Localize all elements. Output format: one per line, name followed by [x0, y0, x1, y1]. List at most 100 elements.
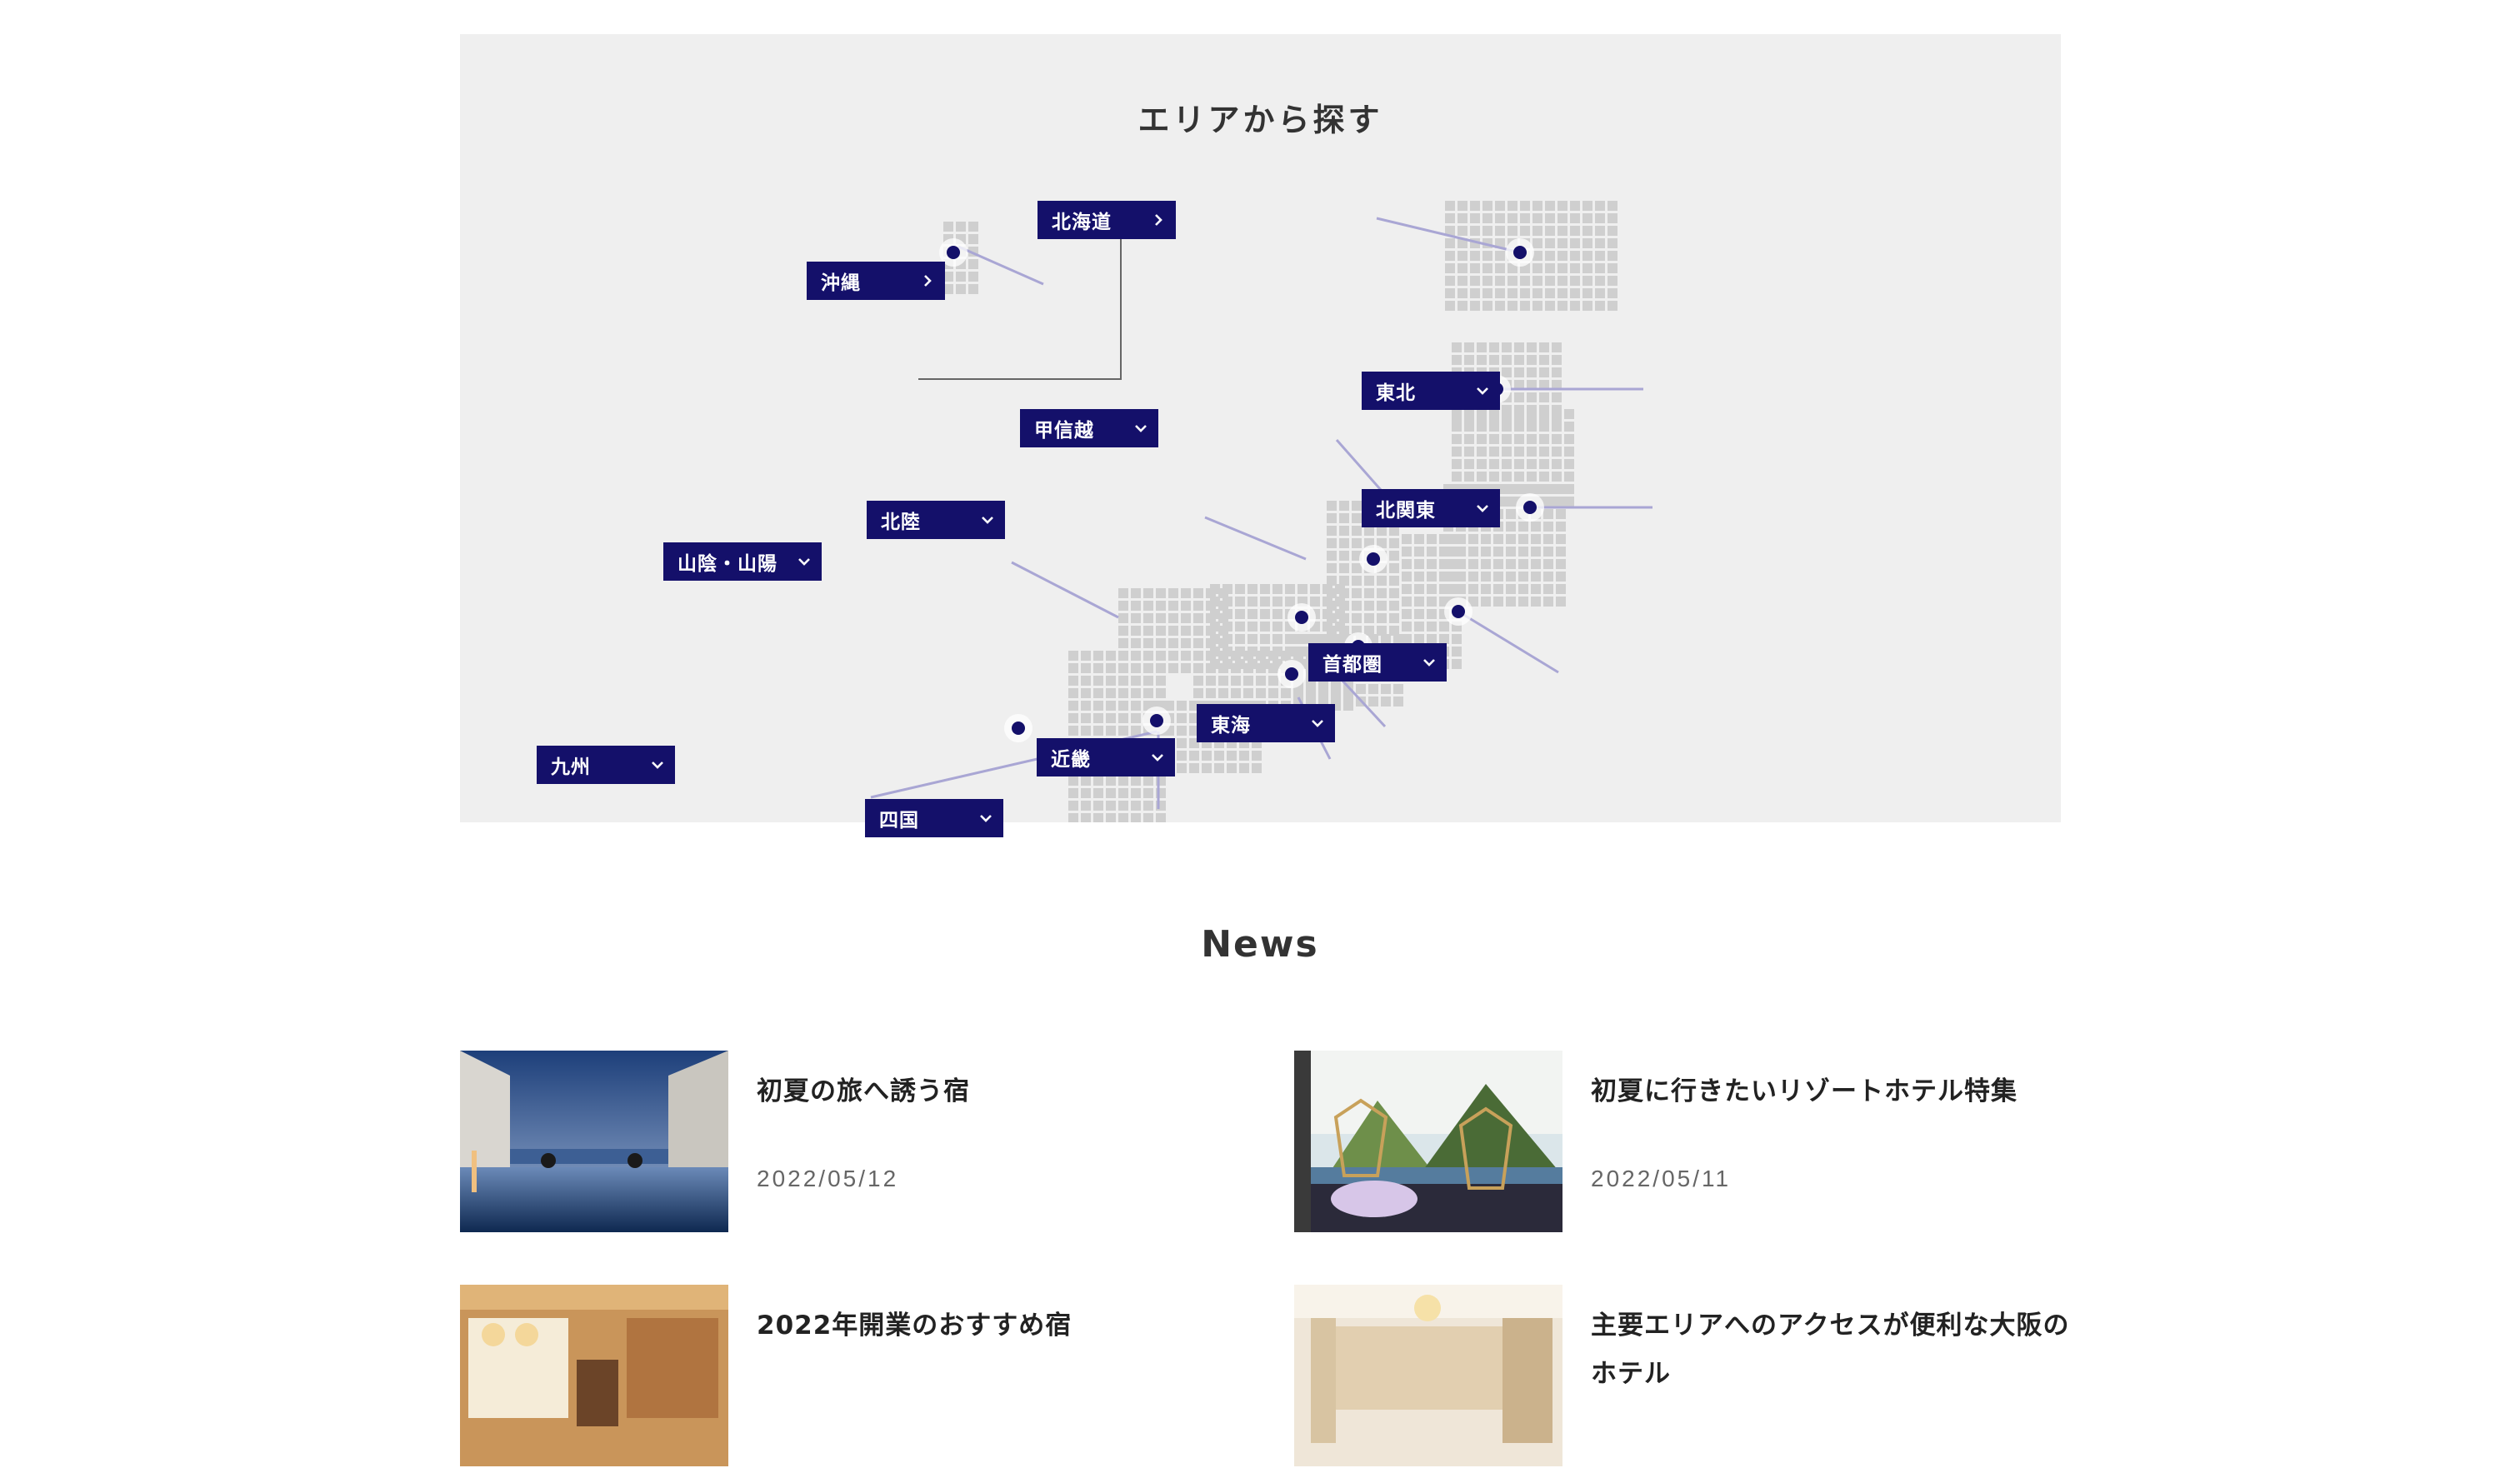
map-cell — [1570, 226, 1580, 236]
map-cell — [1595, 226, 1605, 236]
map-cell — [1118, 676, 1128, 686]
news-item[interactable]: 主要エリアへのアクセスが便利な大阪のホテル — [1294, 1285, 2086, 1468]
map-cell — [1477, 422, 1487, 432]
map-cell — [1539, 342, 1549, 352]
map-cell — [1582, 238, 1592, 248]
map-cell — [1458, 301, 1468, 311]
map-cell — [1506, 534, 1516, 544]
map-cell — [1520, 213, 1530, 223]
map-cell — [1118, 713, 1128, 723]
map-cell — [1458, 226, 1468, 236]
map-cell — [1552, 392, 1562, 402]
map-cell — [1427, 609, 1437, 619]
map-cell — [1582, 226, 1592, 236]
map-cell — [1143, 688, 1153, 698]
map-cell — [1231, 651, 1241, 661]
region-button-sanin-sanyo[interactable]: 山陰・山陽 — [663, 542, 822, 581]
map-cell — [1582, 201, 1592, 211]
map-cell — [1402, 572, 1412, 582]
news-item[interactable]: 2022年開業のおすすめ宿 — [460, 1285, 1252, 1468]
map-cell — [1106, 713, 1116, 723]
map-cell — [1389, 551, 1399, 561]
map-cell — [1118, 663, 1128, 673]
news-item[interactable]: 初夏に行きたいリゾートホテル特集 2022/05/11 — [1294, 1051, 2086, 1234]
map-cell — [1081, 663, 1091, 673]
map-cell — [1527, 355, 1537, 365]
map-cell — [1518, 597, 1528, 607]
location-dot — [1513, 246, 1527, 259]
region-button-kyushu[interactable]: 九州 — [537, 746, 675, 784]
news-thumbnail — [1294, 1051, 1562, 1232]
region-button-hokkaido[interactable]: 北海道 — [1038, 201, 1176, 239]
map-cell — [1402, 534, 1412, 544]
map-cell — [1402, 584, 1412, 594]
map-cell — [956, 284, 966, 294]
map-cell — [1539, 409, 1549, 419]
region-button-tohoku[interactable]: 東北 — [1362, 372, 1500, 410]
map-cell — [1531, 522, 1541, 532]
region-button-hokuriku[interactable]: 北陸 — [867, 501, 1005, 539]
news-item[interactable]: 初夏の旅へ誘う宿 2022/05/12 — [460, 1051, 1252, 1234]
map-cell — [1545, 263, 1555, 273]
map-cell — [1468, 584, 1478, 594]
region-button-tokai[interactable]: 東海 — [1197, 704, 1335, 742]
map-cell — [1106, 676, 1116, 686]
region-button-okinawa[interactable]: 沖縄 — [807, 262, 945, 300]
map-cell — [1595, 276, 1605, 286]
region-button-kinki[interactable]: 近畿 — [1037, 738, 1175, 776]
map-cell — [956, 272, 966, 282]
map-cell — [1556, 584, 1566, 594]
map-cell — [1310, 584, 1320, 594]
map-cell — [1502, 434, 1512, 444]
map-cell — [1168, 638, 1178, 648]
map-cell — [1202, 763, 1212, 773]
map-cell — [1502, 409, 1512, 419]
leader-line — [1011, 561, 1119, 619]
map-cell — [1595, 213, 1605, 223]
map-cell — [1514, 472, 1524, 482]
map-cell — [1327, 563, 1337, 573]
news-thumbnail — [460, 1051, 728, 1232]
news-date: 2022/05/12 — [757, 1166, 899, 1191]
chevron-down-icon — [970, 501, 1005, 539]
map-cell — [1477, 447, 1487, 457]
map-cell — [1470, 201, 1480, 211]
map-cell — [1539, 434, 1549, 444]
map-cell — [1402, 559, 1412, 569]
map-cell — [1093, 713, 1103, 723]
map-cell — [1227, 751, 1237, 761]
map-cell — [943, 222, 953, 232]
map-cell — [1322, 597, 1332, 607]
map-cell — [1235, 597, 1245, 607]
map-cell — [1495, 288, 1505, 298]
region-button-shikoku[interactable]: 四国 — [865, 799, 1003, 837]
map-cell — [1231, 688, 1241, 698]
map-cell — [1143, 588, 1153, 598]
map-cell — [1608, 301, 1618, 311]
map-cell — [1156, 638, 1166, 648]
region-button-kitakanto[interactable]: 北関東 — [1362, 489, 1500, 527]
map-cell — [1482, 226, 1492, 236]
map-cell — [1477, 355, 1487, 365]
map-cell — [1477, 409, 1487, 419]
map-cell — [1093, 788, 1103, 798]
map-cell — [1470, 288, 1480, 298]
map-cell — [1427, 622, 1437, 632]
map-cell — [1252, 751, 1262, 761]
map-cell — [1131, 601, 1141, 611]
map-cell — [1445, 288, 1455, 298]
map-cell — [1156, 651, 1166, 661]
region-button-shutoken[interactable]: 首都圏 — [1308, 643, 1447, 682]
map-cell — [1543, 584, 1553, 594]
map-cell — [1272, 584, 1282, 594]
map-cell — [1445, 251, 1455, 261]
region-label-shutoken: 首都圏 — [1322, 654, 1382, 676]
map-cell — [1493, 584, 1503, 594]
map-cell — [1322, 609, 1332, 619]
map-cell — [1468, 559, 1478, 569]
map-cell — [1156, 663, 1166, 673]
map-cell — [1556, 497, 1566, 507]
region-button-koshinetsu[interactable]: 甲信越 — [1020, 409, 1158, 447]
map-cell — [1427, 534, 1437, 544]
map-cell — [1452, 547, 1462, 557]
